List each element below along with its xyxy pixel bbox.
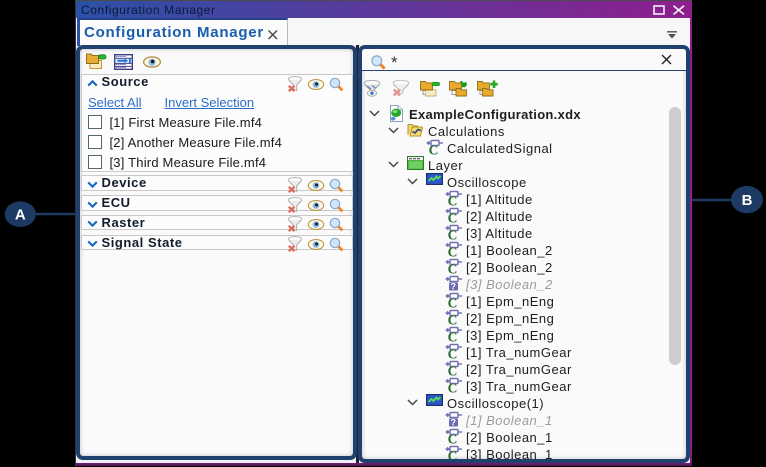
svg-text:C: C: [448, 381, 458, 394]
svg-text:?: ?: [451, 418, 457, 428]
svg-text:B: B: [742, 192, 753, 209]
svg-text:C: C: [429, 143, 439, 156]
svg-text:C: C: [448, 262, 458, 275]
svg-text:C: C: [448, 245, 458, 258]
svg-text:C: C: [448, 313, 458, 326]
svg-text:C: C: [448, 296, 458, 309]
svg-text:C: C: [448, 211, 458, 224]
svg-text:A: A: [15, 207, 26, 224]
svg-text:C: C: [448, 330, 458, 343]
svg-text:C: C: [448, 449, 458, 462]
svg-text:C: C: [448, 228, 458, 241]
svg-text:C: C: [448, 194, 458, 207]
svg-text:C: C: [448, 347, 458, 360]
svg-text:C: C: [448, 364, 458, 377]
svg-text:?: ?: [451, 282, 457, 292]
svg-text:C: C: [448, 432, 458, 445]
